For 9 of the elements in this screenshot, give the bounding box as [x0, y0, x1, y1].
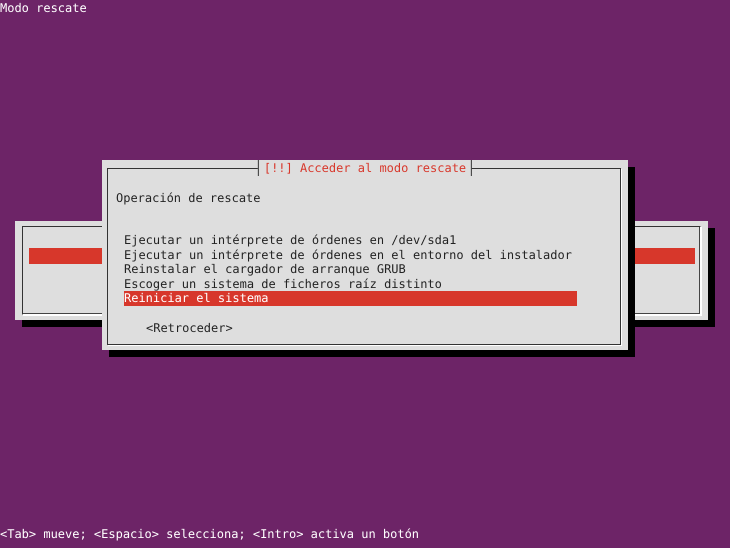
key-help-text: <Tab> mueve; <Espacio> selecciona; <Intro> activa un botón: [0, 526, 420, 542]
menu-option[interactable]: Reinstalar el cargador de arranque GRUB: [124, 262, 577, 276]
screen-title: Modo rescate: [0, 0, 87, 16]
dialog-prompt: Operación de rescate: [116, 190, 262, 206]
menu-option[interactable]: Escoger un sistema de ficheros raíz distinto: [124, 276, 577, 291]
back-button[interactable]: <Retroceder>: [146, 320, 233, 336]
dialog-title: [!!] Acceder al modo rescate: [258, 160, 472, 176]
menu-option[interactable]: Reiniciar el sistema: [124, 291, 577, 306]
menu-option[interactable]: Ejecutar un intérprete de órdenes en /dev/sda1: [124, 233, 577, 248]
